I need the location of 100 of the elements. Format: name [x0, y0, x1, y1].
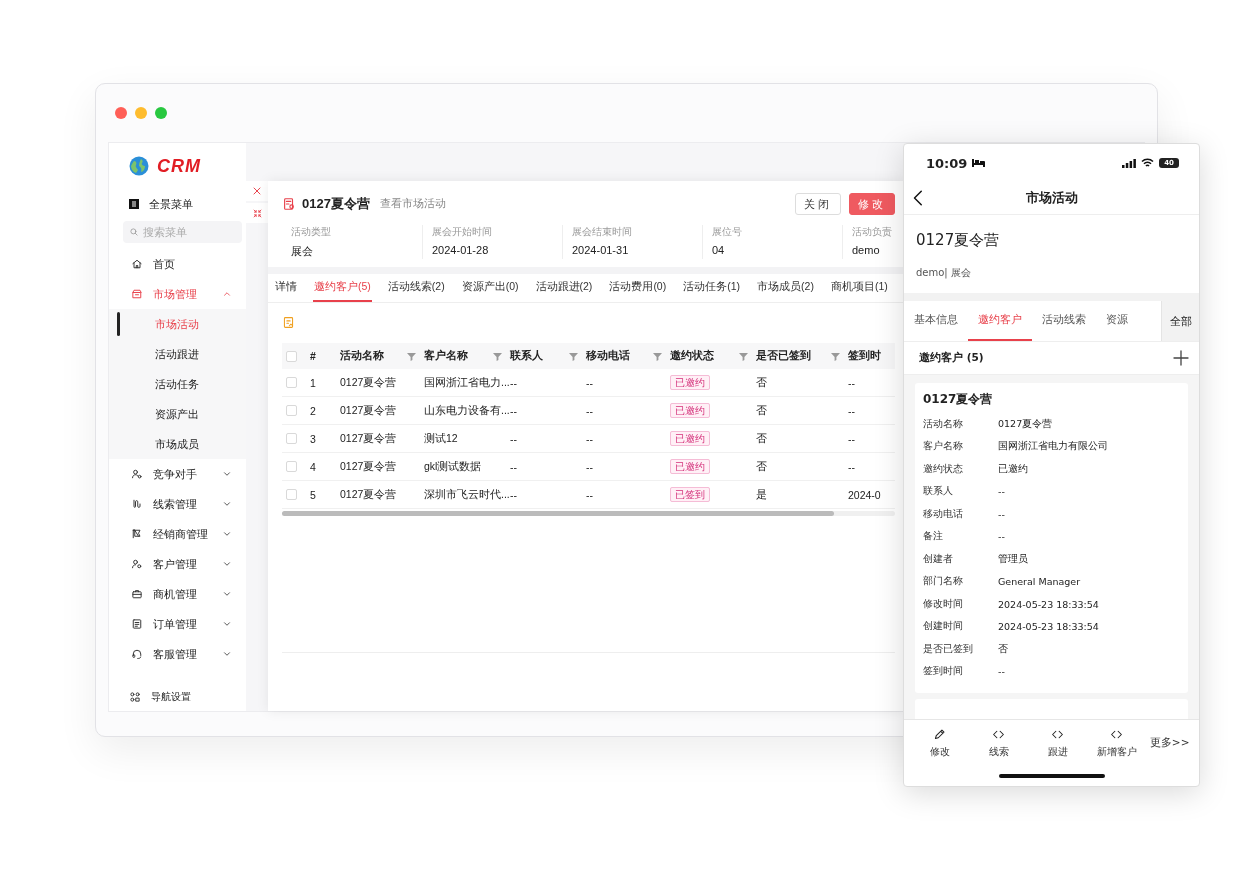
filter-icon[interactable]: [739, 351, 748, 361]
submenu-item[interactable]: 市场成员: [109, 429, 246, 459]
menu-item[interactable]: 订单管理: [109, 609, 246, 639]
detail-value: 0127夏令营: [998, 417, 1053, 431]
table-cell: gkl测试数据: [424, 459, 482, 472]
table-cell: 否: [756, 403, 767, 416]
users-icon: [131, 468, 143, 480]
tab[interactable]: 邀约客户(5): [313, 274, 372, 302]
menu-item[interactable]: 首页: [109, 249, 246, 279]
menu-item[interactable]: 商机管理: [109, 579, 246, 609]
tab[interactable]: 资源: [1096, 301, 1138, 341]
column-header: 邀约状态: [670, 349, 714, 363]
submenu-item[interactable]: 活动跟进: [109, 339, 246, 369]
table-cell: --: [510, 432, 517, 445]
table-cell: 是: [756, 487, 767, 500]
field-value: 04: [712, 244, 726, 256]
tab[interactable]: 基本信息: [904, 301, 968, 341]
close-dot[interactable]: [115, 107, 127, 119]
chevron-up-icon: [222, 289, 232, 299]
plus-icon: [1173, 350, 1189, 366]
tab[interactable]: 活动任务(1): [682, 274, 742, 302]
search-field[interactable]: 搜索菜单: [123, 221, 242, 243]
menu-item[interactable]: 经销商管理: [109, 519, 246, 549]
detail-label: 移动电话: [923, 507, 964, 521]
home-icon: [131, 258, 143, 270]
submenu-item[interactable]: 活动任务: [109, 369, 246, 399]
table-cell: --: [848, 376, 855, 389]
row-checkbox[interactable]: [286, 461, 297, 472]
action-button[interactable]: 新增客户: [1090, 727, 1143, 759]
detail-label: 联系人: [923, 485, 954, 499]
tab[interactable]: 邀约客户: [968, 301, 1032, 341]
customer-icon: [131, 558, 143, 570]
detail-value: 2024-05-23 18:33:54: [998, 621, 1099, 633]
table-cell: 3: [310, 432, 316, 445]
grid-icon: [129, 691, 141, 703]
row-checkbox[interactable]: [286, 405, 297, 416]
action-button[interactable]: 跟进: [1031, 727, 1084, 759]
menu-item[interactable]: 客户管理: [109, 549, 246, 579]
status-tag: 已邀约: [670, 402, 710, 418]
row-checkbox[interactable]: [286, 377, 297, 388]
menu-item[interactable]: 客服管理: [109, 639, 246, 669]
filter-icon[interactable]: [653, 351, 662, 361]
tab[interactable]: 活动跟进(2): [534, 274, 594, 302]
globe-icon: [129, 156, 149, 176]
table-cell: --: [586, 460, 593, 473]
detail-value: 管理员: [998, 552, 1028, 566]
detail-value: 否: [998, 642, 1008, 656]
table-cell: 0127夏令营: [340, 375, 397, 388]
maximize-dot[interactable]: [155, 107, 167, 119]
menu-item[interactable]: 线索管理: [109, 489, 246, 519]
detail-value: --: [998, 531, 1005, 543]
filter-icon[interactable]: [569, 351, 578, 361]
logo-text: CRM: [157, 155, 201, 177]
close-panel-button[interactable]: 关闭: [795, 193, 841, 215]
collapse-button[interactable]: [246, 203, 268, 223]
table-cell: 测试12: [424, 431, 458, 444]
filter-icon[interactable]: [831, 351, 840, 361]
submenu-item[interactable]: 市场活动: [109, 309, 246, 339]
column-header: #: [310, 350, 316, 362]
action-button[interactable]: 线索: [972, 727, 1025, 759]
minimize-dot[interactable]: [135, 107, 147, 119]
menu-item[interactable]: 市场管理: [109, 279, 246, 309]
customer-card[interactable]: 0127夏令营 活动名称 0127夏令营 客户名称 国网浙江省电力有限公司 邀约状态 已邀约 联系人 -- 移动电话 -- 备注 -- 创建者 管理员 部门名称 General Manager 修改时间 2024-05-23 18:33:54 创建时间 2024-05-23 18:33:54 是否已签到 否 签到时间 --: [915, 383, 1188, 693]
column-header: 客户名称: [424, 349, 468, 363]
table-cell: 0127夏令营: [340, 403, 397, 416]
field-label: 展会开始时间: [432, 225, 493, 239]
nav-settings-link[interactable]: 导航设置: [151, 690, 191, 704]
table-cell: --: [586, 488, 593, 501]
action-button[interactable]: 修改: [913, 727, 966, 759]
tab[interactable]: 市场成员(2): [756, 274, 815, 302]
submenu-item[interactable]: 资源产出: [109, 399, 246, 429]
menu-item[interactable]: 竞争对手: [109, 459, 246, 489]
pencil-icon: [933, 727, 947, 741]
field-label: 展位号: [712, 225, 743, 239]
filter-icon[interactable]: [493, 351, 502, 361]
more-button[interactable]: 更多>>: [1149, 736, 1190, 750]
status-time: 10:09: [926, 155, 968, 171]
detail-label: 部门名称: [923, 575, 964, 589]
close-button[interactable]: [246, 181, 268, 201]
filter-icon[interactable]: [407, 351, 416, 361]
field-value: demo: [852, 244, 881, 256]
tab[interactable]: 资源产出(0): [460, 274, 520, 302]
tab[interactable]: 活动线索: [1032, 301, 1096, 341]
detail-value: 2024-05-23 18:33:54: [998, 598, 1099, 610]
tab[interactable]: 商机项目(1): [829, 274, 889, 302]
row-checkbox[interactable]: [286, 489, 297, 500]
select-all-checkbox[interactable]: [286, 350, 297, 362]
card-title: 0127夏令营: [923, 391, 994, 408]
row-checkbox[interactable]: [286, 433, 297, 444]
tab[interactable]: 活动线索(2): [386, 274, 446, 302]
all-tabs-button[interactable]: 全部: [1161, 301, 1199, 341]
activity-name: 0127夏令营: [916, 231, 1001, 250]
tab[interactable]: 活动费用(0): [608, 274, 668, 302]
table-cell: --: [586, 376, 593, 389]
tab[interactable]: 详情: [274, 274, 298, 302]
horizontal-scrollbar[interactable]: [282, 511, 895, 516]
detail-value: --: [998, 508, 1005, 520]
table-cell: --: [586, 432, 593, 445]
detail-label: 活动名称: [923, 417, 964, 431]
menu-label[interactable]: 全景菜单: [149, 196, 193, 212]
